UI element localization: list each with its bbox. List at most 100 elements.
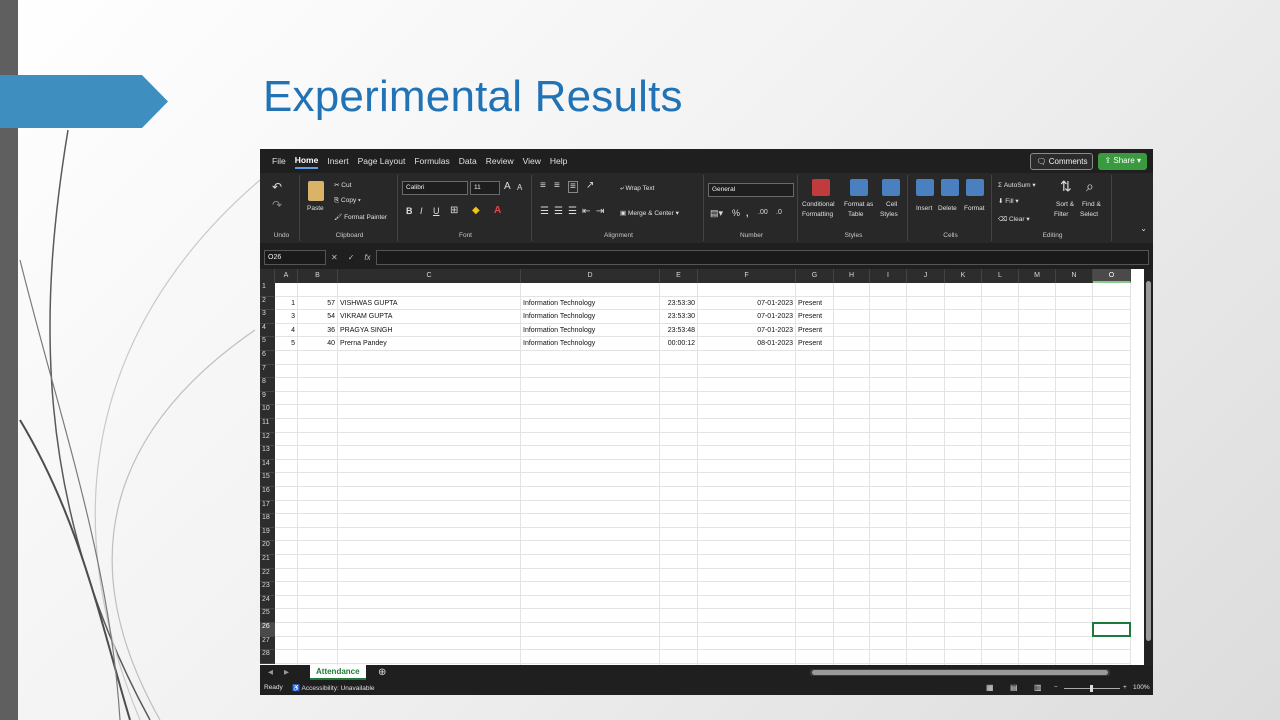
cell-g4[interactable]: Present [798,324,822,337]
page-break-view-icon[interactable]: ▥ [1034,683,1042,692]
add-sheet-icon[interactable]: ⊕ [378,667,386,678]
row-header-14[interactable]: 14 [260,459,275,474]
column-header-d[interactable]: D [521,269,660,283]
column-header-b[interactable]: B [298,269,338,283]
menu-help[interactable]: Help [550,154,567,168]
format-cells-icon[interactable] [966,179,984,196]
increase-indent-icon[interactable]: ⇥ [596,207,604,217]
menu-review[interactable]: Review [486,154,514,168]
column-header-l[interactable]: L [982,269,1019,283]
delete-cells-button[interactable]: Delete [938,205,957,212]
cell-g5[interactable]: Present [798,337,822,350]
menu-insert[interactable]: Insert [327,154,348,168]
paste-icon[interactable] [308,181,324,201]
bold-icon[interactable]: B [406,207,413,216]
align-left-icon[interactable]: ☰ [540,207,549,217]
menu-data[interactable]: Data [459,154,477,168]
row-header-10[interactable]: 10 [260,405,275,419]
row-header-24[interactable]: 24 [260,595,275,610]
sort-filter-icon[interactable]: ⇅ [1060,179,1072,193]
decrease-indent-icon[interactable]: ⇤ [582,207,590,217]
row-header-5[interactable]: 5 [260,337,275,351]
collapse-ribbon-icon[interactable]: ⌄ [1140,225,1147,233]
cell-styles-icon[interactable] [882,179,900,196]
font-color-icon[interactable]: A [494,206,501,216]
sheet-tab-attendance[interactable]: Attendance [310,665,366,680]
row-header-25[interactable]: 25 [260,609,275,623]
merge-center-button[interactable]: ▣ Merge & Center ▾ [620,209,679,217]
conditional-formatting-button[interactable]: Conditional [802,201,835,208]
grow-font-icon[interactable]: A [504,182,511,192]
column-header-f[interactable]: F [698,269,796,283]
sort-filter-button[interactable]: Sort & [1056,201,1074,208]
paste-button[interactable]: Paste [307,205,324,212]
accounting-format-icon[interactable]: ▤▾ [710,209,723,218]
align-top-icon[interactable]: ≡ [540,181,546,191]
format-as-table-button[interactable]: Format as [844,201,873,208]
cell-c3[interactable]: VIKRAM GUPTA [340,310,392,323]
orientation-icon[interactable]: ↗ [586,181,594,191]
column-header-o[interactable]: O [1093,269,1131,283]
confirm-entry-icon[interactable]: ✓ [348,253,355,262]
row-header-20[interactable]: 20 [260,541,275,555]
cell-a2[interactable]: 1 [275,297,295,310]
comma-style-icon[interactable]: , [746,209,749,218]
column-header-m[interactable]: M [1019,269,1056,283]
column-header-e[interactable]: E [660,269,698,283]
row-header-22[interactable]: 22 [260,568,275,583]
zoom-out-icon[interactable]: − [1054,684,1058,691]
percent-icon[interactable]: % [732,209,740,218]
row-header-2[interactable]: 2 [260,296,275,311]
column-header-h[interactable]: H [834,269,870,283]
insert-cells-icon[interactable] [916,179,934,196]
column-header-g[interactable]: G [796,269,834,283]
fill-button[interactable]: ⬇ Fill ▾ [998,197,1019,205]
cell-e4[interactable]: 23:53:48 [660,324,695,337]
cell-c5[interactable]: Prerna Pandey [340,337,387,350]
select-all-corner[interactable] [260,269,275,283]
insert-function-icon[interactable]: fx [364,253,370,262]
column-header-k[interactable]: K [945,269,982,283]
cell-d4[interactable]: Information Technology [523,324,595,337]
column-header-i[interactable]: I [870,269,907,283]
wrap-text-button[interactable]: ⤶ Wrap Text [620,185,654,193]
insert-cells-button[interactable]: Insert [916,205,932,212]
row-header-6[interactable]: 6 [260,351,275,365]
row-header-28[interactable]: 28 [260,650,275,664]
autosum-button[interactable]: Σ AutoSum ▾ [998,181,1036,189]
cell-a4[interactable]: 4 [275,324,295,337]
cell-g2[interactable]: Present [798,297,822,310]
find-select-button[interactable]: Find & [1082,201,1101,208]
horizontal-scrollbar[interactable] [810,669,1110,676]
cell-e3[interactable]: 23:53:30 [660,310,695,323]
row-header-3[interactable]: 3 [260,310,275,324]
increase-decimal-icon[interactable]: .00 [758,209,768,216]
format-painter-button[interactable]: 🖌 Format Painter [334,213,387,221]
page-layout-view-icon[interactable]: ▤ [1010,683,1018,692]
row-header-26[interactable]: 26 [260,623,275,637]
align-right-icon[interactable]: ☰ [568,207,577,217]
cell-a5[interactable]: 5 [275,337,295,350]
zoom-slider[interactable] [1064,685,1120,692]
align-center-icon[interactable]: ☰ [554,207,563,217]
row-header-4[interactable]: 4 [260,323,275,338]
cell-c2[interactable]: VISHWAS GUPTA [340,297,398,310]
clear-button[interactable]: ⌫ Clear ▾ [998,215,1030,223]
cell-e5[interactable]: 00:00:12 [660,337,695,350]
menu-view[interactable]: View [523,154,541,168]
cell-b3[interactable]: 54 [298,310,335,323]
vertical-scroll-thumb[interactable] [1146,281,1151,641]
find-select-icon[interactable]: ⌕ [1086,179,1094,193]
cell-d3[interactable]: Information Technology [523,310,595,323]
row-header-18[interactable]: 18 [260,514,275,528]
column-header-j[interactable]: J [907,269,945,283]
delete-cells-icon[interactable] [941,179,959,196]
column-header-a[interactable]: A [275,269,298,283]
cell-f3[interactable]: 07-01-2023 [698,310,793,323]
row-header-21[interactable]: 21 [260,555,275,569]
copy-button[interactable]: ⎘ Copy ▾ [334,197,361,205]
menu-page-layout[interactable]: Page Layout [358,154,406,168]
conditional-formatting-icon[interactable] [812,179,830,196]
formula-input[interactable] [375,250,1149,265]
font-name-select[interactable]: Calibri [402,181,468,195]
